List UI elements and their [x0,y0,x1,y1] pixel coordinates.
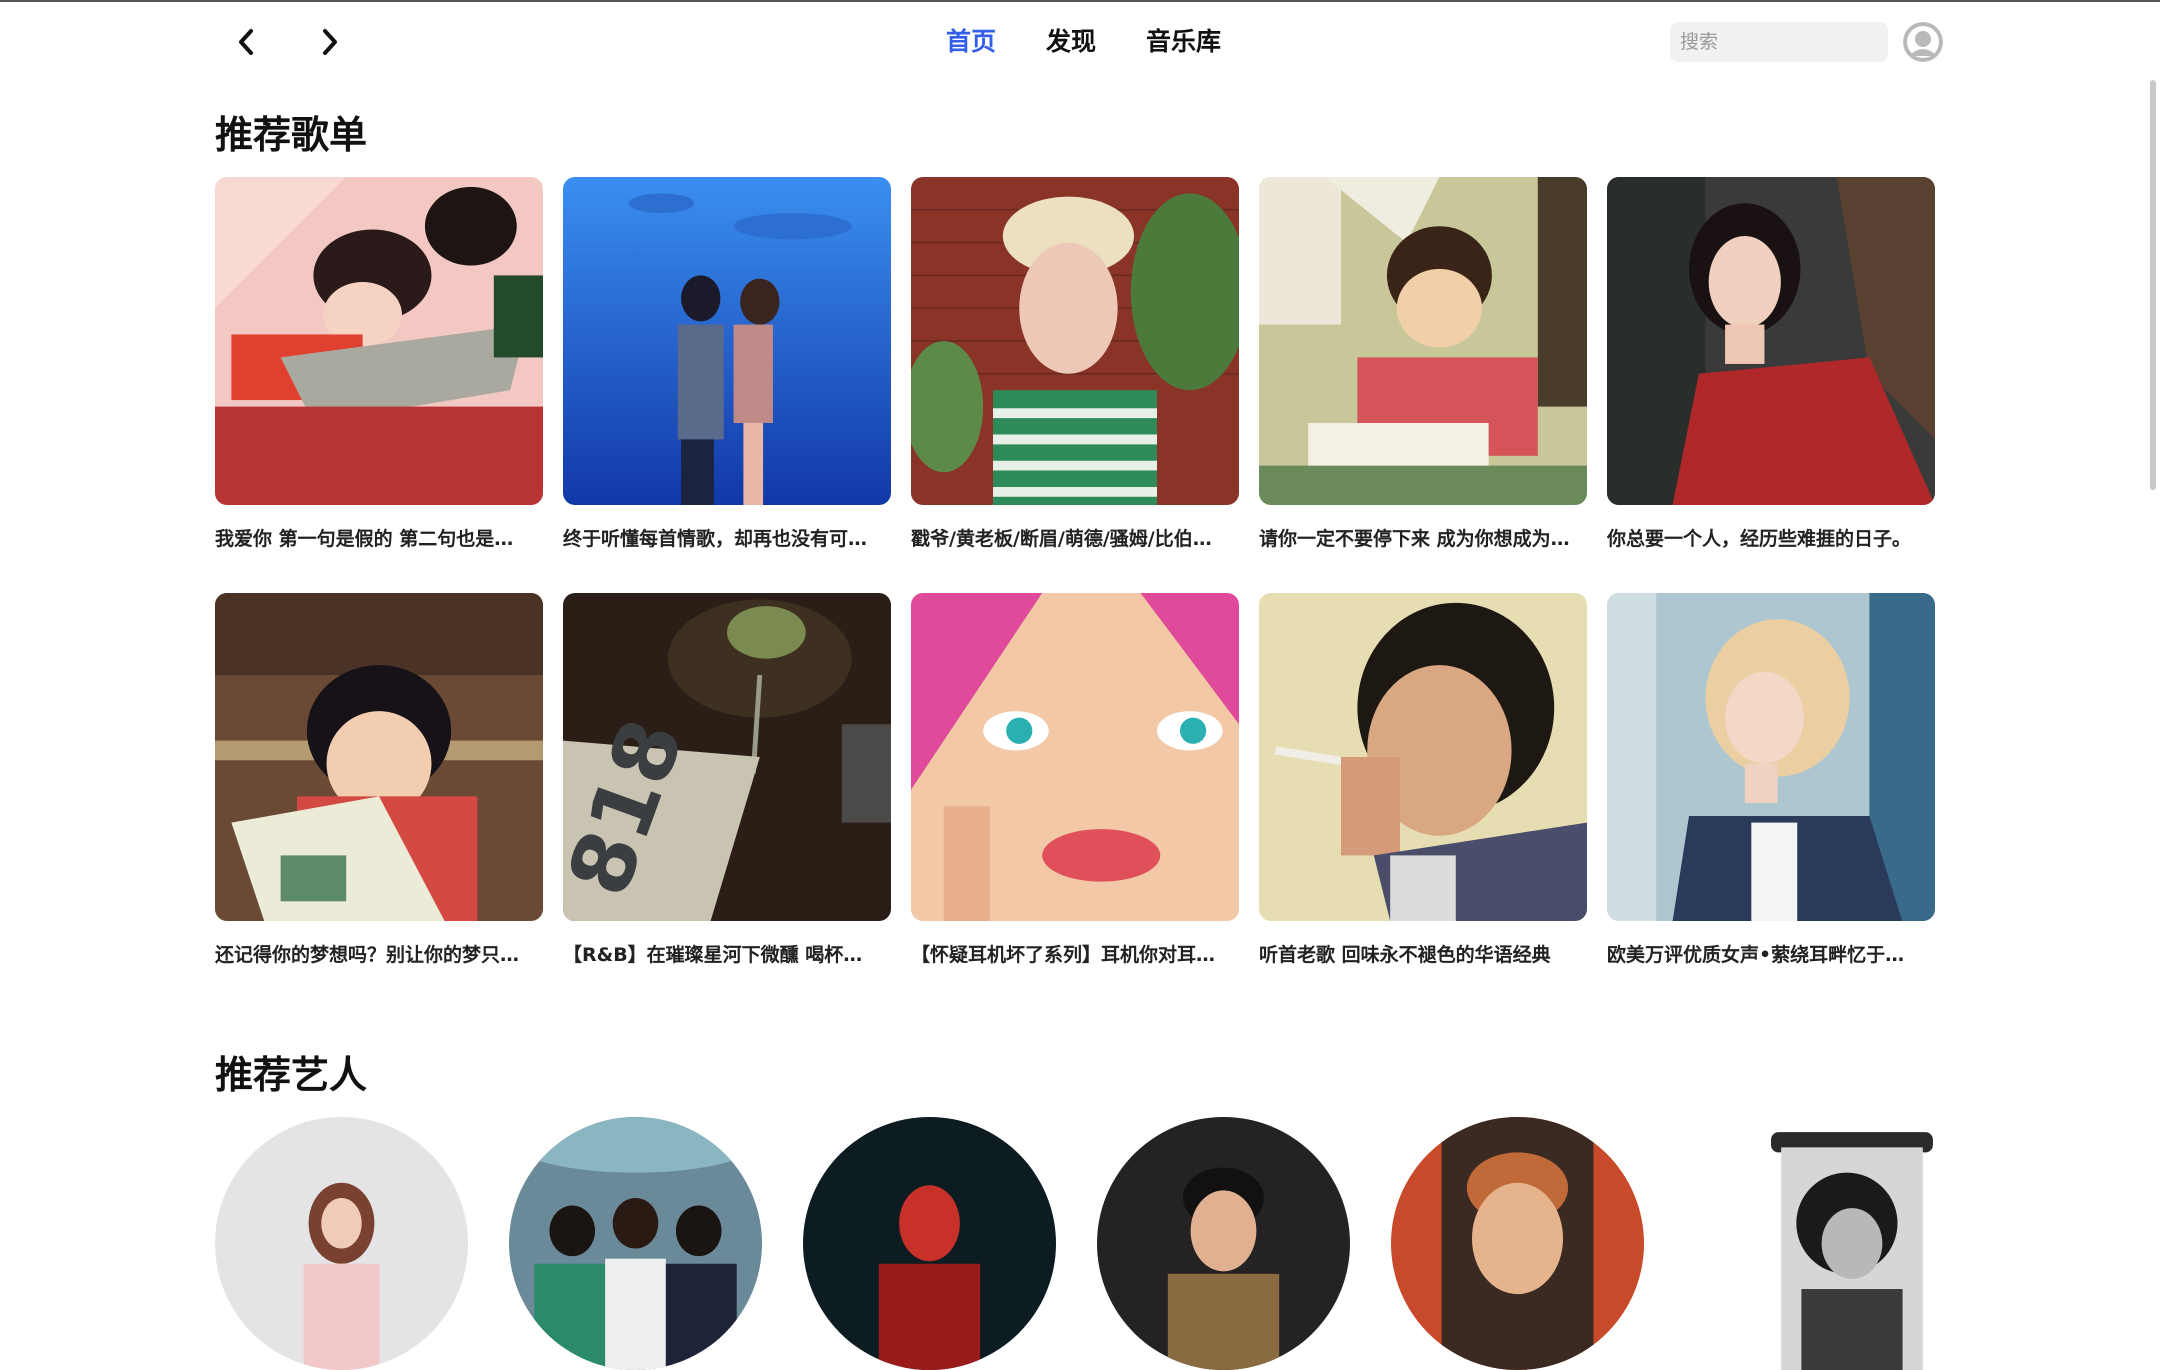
playlist-card[interactable]: 戳爷/黄老板/断眉/萌德/骚姆/比伯… [911,177,1239,553]
artist-avatar[interactable] [1685,1117,1938,1370]
forward-button[interactable] [312,22,348,62]
playlist-title[interactable]: 我爱你 第一句是假的 第二句也是… [215,525,543,553]
playlist-card[interactable]: 你总要一个人，经历些难捱的日子。 [1607,177,1935,553]
playlist-cover[interactable] [911,177,1239,505]
playlist-cover[interactable] [215,593,543,921]
history-nav [228,22,348,62]
user-avatar[interactable] [1903,22,1943,62]
playlist-card[interactable]: 听首老歌 回味永不褪色的华语经典 [1259,593,1587,969]
playlist-title[interactable]: 【R&B】在璀璨星河下微醺 喝杯… [563,941,891,969]
playlist-title[interactable]: 听首老歌 回味永不褪色的华语经典 [1259,941,1587,969]
page-scrollbar[interactable] [2150,80,2160,490]
playlist-title[interactable]: 请你一定不要停下来 成为你想成为… [1259,525,1587,553]
tab-home[interactable]: 首页 [946,22,996,62]
main-tabs: 首页 发现 音乐库 [946,22,1221,62]
playlist-card[interactable]: 818 【R&B】在璀璨星河下微醺 喝杯… [563,593,891,969]
playlist-card[interactable]: 终于听懂每首情歌，却再也没有可… [563,177,891,553]
playlist-card[interactable]: 请你一定不要停下来 成为你想成为… [1259,177,1587,553]
back-button[interactable] [228,22,264,62]
section-title-artists: 推荐艺人 [215,1053,368,1097]
playlist-cover[interactable] [1607,177,1935,505]
playlist-title[interactable]: 欧美万评优质女声•萦绕耳畔忆于… [1607,941,1935,969]
chevron-right-icon [323,29,337,55]
playlist-title[interactable]: 你总要一个人，经历些难捱的日子。 [1607,525,1935,553]
playlist-cover[interactable]: 818 [563,593,891,921]
playlist-card[interactable]: 我爱你 第一句是假的 第二句也是… [215,177,543,553]
playlist-card[interactable]: 还记得你的梦想吗？别让你的梦只… [215,593,543,969]
playlist-card[interactable]: 欧美万评优质女声•萦绕耳畔忆于… [1607,593,1935,969]
user-avatar-icon [1903,22,1943,62]
playlist-title[interactable]: 终于听懂每首情歌，却再也没有可… [563,525,891,553]
playlist-cover[interactable] [563,177,891,505]
artist-avatar[interactable] [215,1117,468,1370]
scrollbar-thumb[interactable] [2150,80,2156,490]
artist-avatar[interactable] [509,1117,762,1370]
artist-row [215,1117,1938,1370]
playlist-cover[interactable] [1259,593,1587,921]
playlist-cover[interactable] [215,177,543,505]
playlist-card[interactable]: 【怀疑耳机坏了系列】耳机你对耳… [911,593,1239,969]
search-input[interactable] [1670,22,1888,62]
playlist-title[interactable]: 【怀疑耳机坏了系列】耳机你对耳… [911,941,1239,969]
tab-discover[interactable]: 发现 [1046,22,1096,62]
playlist-title[interactable]: 戳爷/黄老板/断眉/萌德/骚姆/比伯… [911,525,1239,553]
chevron-left-icon [239,29,253,55]
playlist-title[interactable]: 还记得你的梦想吗？别让你的梦只… [215,941,543,969]
playlist-cover[interactable] [1259,177,1587,505]
playlist-cover[interactable] [1607,593,1935,921]
section-title-playlists: 推荐歌单 [215,113,368,157]
top-navbar: 首页 发现 音乐库 [0,0,2150,84]
artist-avatar[interactable] [1097,1117,1350,1370]
playlist-grid: 我爱你 第一句是假的 第二句也是… 终于听懂每首情歌，却再也没有可… 戳爷/黄老… [215,177,1935,969]
playlist-cover[interactable] [911,593,1239,921]
tab-library[interactable]: 音乐库 [1146,22,1221,62]
artist-avatar[interactable] [803,1117,1056,1370]
artist-avatar[interactable] [1391,1117,1644,1370]
